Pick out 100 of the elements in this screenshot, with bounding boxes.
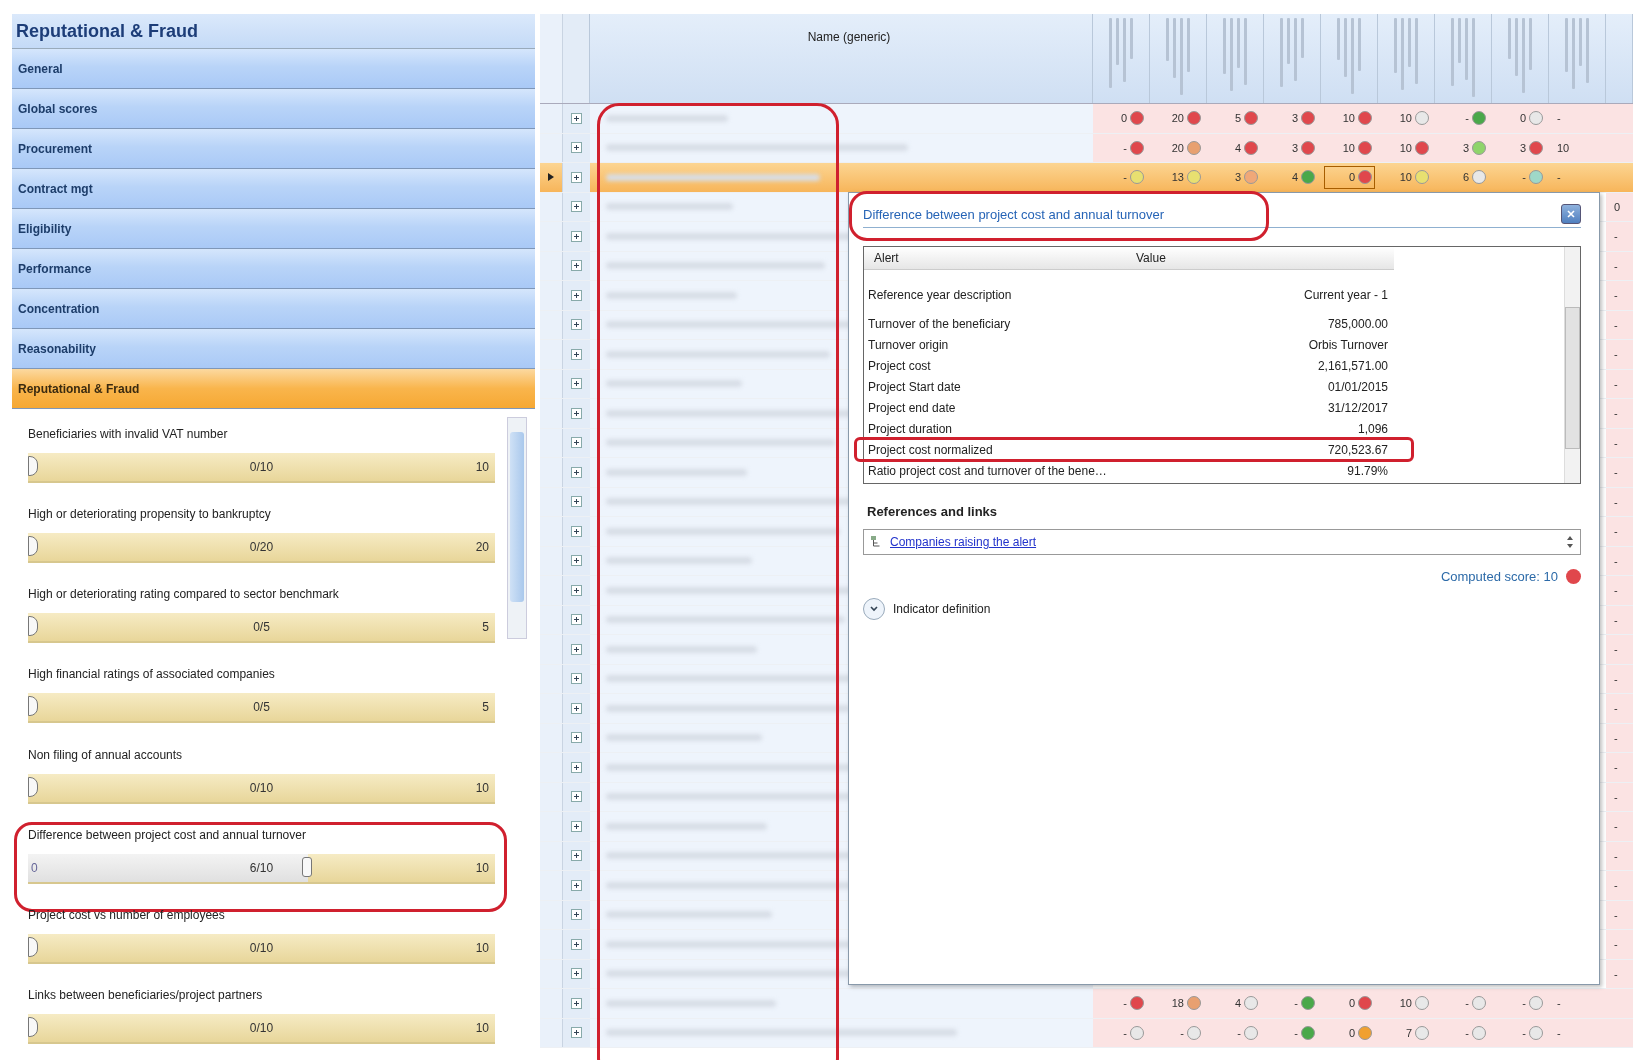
expand-plus-icon[interactable]	[571, 614, 582, 626]
slider-value: 0/10	[249, 460, 274, 474]
expand-plus-icon[interactable]	[571, 348, 582, 360]
score-slider[interactable]: 0/10 10	[28, 773, 495, 804]
score-value: -	[1123, 141, 1127, 154]
expand-plus-icon[interactable]	[571, 496, 582, 508]
score-value: 10	[1557, 141, 1570, 154]
expand-plus-icon[interactable]	[571, 260, 582, 272]
slider-value: 6/10	[249, 860, 274, 875]
slider-thumb[interactable]	[28, 1016, 38, 1037]
slider-thumb[interactable]	[302, 856, 313, 877]
score-value: -	[1522, 997, 1526, 1010]
expand-plus-icon[interactable]	[571, 142, 582, 154]
section-heading: References and links	[867, 504, 999, 519]
slider-label: Non filing of annual accounts	[28, 746, 184, 764]
expand-plus-icon[interactable]	[571, 732, 582, 744]
expand-plus-icon[interactable]	[571, 584, 582, 596]
expand-plus-icon[interactable]	[571, 820, 582, 832]
expand-plus-icon[interactable]	[571, 1027, 582, 1039]
score-slider[interactable]: 0/5 5	[28, 613, 495, 644]
detail-value: 720,523.67	[1327, 442, 1388, 457]
scrollbar[interactable]	[507, 417, 527, 639]
expand-plus-icon[interactable]	[571, 230, 582, 242]
column-header[interactable]: Alert	[864, 251, 1136, 265]
expand-plus-icon[interactable]	[571, 171, 582, 183]
category-tab[interactable]: Performance	[12, 249, 535, 289]
expand-plus-icon[interactable]	[571, 555, 582, 567]
links-dropdown[interactable]: Companies raising the alert	[863, 529, 1581, 555]
slider-max: 10	[475, 940, 489, 955]
expand-plus-icon[interactable]	[571, 761, 582, 773]
expand-plus-icon[interactable]	[571, 289, 582, 301]
score-slider[interactable]: 0/5 5	[28, 693, 495, 724]
score-value: -	[1614, 348, 1618, 361]
detail-value: 785,000.00	[1327, 316, 1388, 331]
score-value: 4	[1291, 171, 1298, 184]
slider-thumb[interactable]	[28, 616, 38, 637]
category-tab[interactable]: Procurement	[12, 129, 535, 169]
expand-plus-icon[interactable]	[571, 437, 582, 449]
expand-plus-icon[interactable]	[571, 997, 582, 1009]
score-slider[interactable]: 0/10 10	[28, 1013, 495, 1044]
expand-plus-icon[interactable]	[571, 673, 582, 685]
expand-plus-icon[interactable]	[571, 879, 582, 891]
score-value: -	[1465, 997, 1469, 1010]
score-value: -	[1294, 1026, 1298, 1039]
score-value: 0	[1348, 997, 1355, 1010]
slider-max: 5	[482, 700, 489, 715]
close-icon	[1566, 209, 1576, 219]
expand-plus-icon[interactable]	[571, 466, 582, 478]
spinner-arrows-icon[interactable]	[1566, 535, 1574, 549]
expand-plus-icon[interactable]	[571, 112, 582, 124]
slider-max: 10	[475, 460, 489, 474]
expand-plus-icon[interactable]	[571, 407, 582, 419]
score-value: -	[1614, 643, 1618, 656]
category-tab[interactable]: Concentration	[12, 289, 535, 329]
expand-plus-icon[interactable]	[571, 702, 582, 714]
close-button[interactable]	[1561, 204, 1581, 224]
expand-plus-icon[interactable]	[571, 909, 582, 921]
row-selector[interactable]	[540, 163, 563, 192]
slider-thumb[interactable]	[28, 776, 38, 797]
detail-label: Project Start date	[868, 379, 961, 394]
slider-thumb[interactable]	[28, 936, 38, 957]
expand-plus-icon[interactable]	[571, 791, 582, 803]
expand-button[interactable]	[863, 598, 885, 620]
scrollbar[interactable]	[1564, 247, 1580, 483]
score-value: 0	[1614, 200, 1621, 213]
detail-label: Ratio project cost and turnover of the bene…	[868, 463, 1107, 478]
slider-label: Difference between project cost and annual turnover	[28, 826, 307, 844]
category-tab[interactable]: General	[12, 49, 535, 89]
score-value: 0	[1519, 112, 1526, 125]
expand-plus-icon[interactable]	[571, 938, 582, 950]
score-value: 10	[1399, 141, 1412, 154]
category-tab[interactable]: Reasonability	[12, 329, 535, 369]
score-slider[interactable]: 0 6/10 10	[28, 853, 495, 884]
detail-value: Current year - 1	[1303, 287, 1388, 302]
expand-plus-icon[interactable]	[571, 643, 582, 655]
expand-plus-icon[interactable]	[571, 319, 582, 331]
slider-label: Links between beneficiaries/project partners	[28, 986, 264, 1004]
slider-value: 0/20	[249, 540, 274, 555]
category-tab[interactable]: Reputational & Fraud	[12, 369, 535, 409]
expand-plus-icon[interactable]	[571, 201, 582, 213]
expand-plus-icon[interactable]	[571, 850, 582, 862]
slider-thumb[interactable]	[28, 696, 38, 717]
category-tab[interactable]: Global scores	[12, 89, 535, 129]
score-value: -	[1522, 171, 1526, 184]
score-slider[interactable]: 0/10 10	[28, 933, 495, 964]
score-value: 0	[1348, 1026, 1355, 1039]
companies-link[interactable]: Companies raising the alert	[890, 535, 1560, 549]
column-header[interactable]: Name (generic)	[807, 30, 891, 44]
column-header[interactable]: Value	[1136, 251, 1166, 265]
score-slider[interactable]: 0/20 20	[28, 533, 495, 564]
category-tab[interactable]: Eligibility	[12, 209, 535, 249]
score-value: -	[1614, 495, 1618, 508]
expand-plus-icon[interactable]	[571, 968, 582, 980]
slider-value: 0/10	[249, 1020, 274, 1035]
expand-plus-icon[interactable]	[571, 378, 582, 390]
expand-plus-icon[interactable]	[571, 525, 582, 537]
category-tab[interactable]: Contract mgt	[12, 169, 535, 209]
slider-thumb[interactable]	[28, 536, 38, 557]
score-slider[interactable]: 0/10 10	[28, 453, 495, 483]
slider-thumb[interactable]	[28, 456, 38, 476]
